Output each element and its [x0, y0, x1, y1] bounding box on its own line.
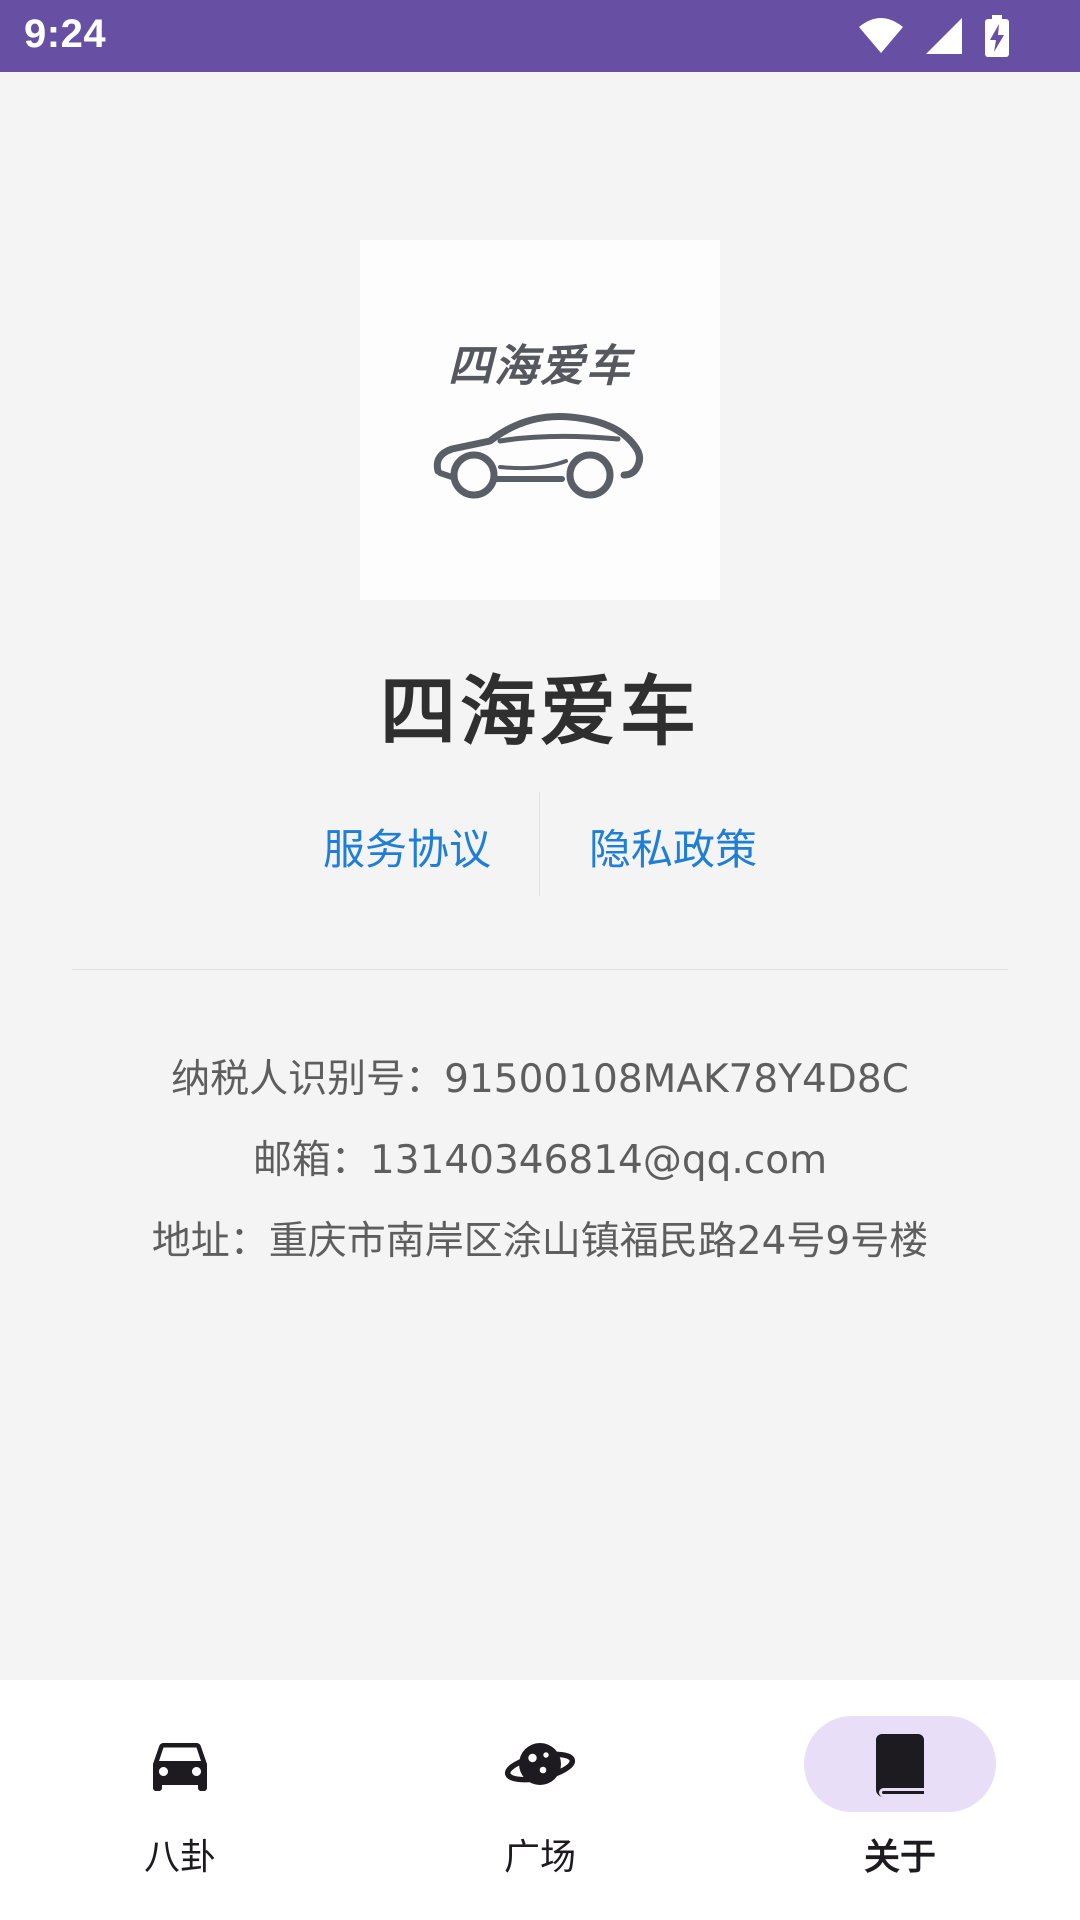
legal-links: 服务协议 隐私政策: [0, 792, 1080, 896]
status-icons: [858, 12, 1010, 60]
battery-charging-icon: [984, 15, 1010, 57]
wifi-icon: [858, 17, 904, 55]
book-icon: [876, 1734, 924, 1797]
address-text: 地址：重庆市南岸区涂山镇福民路24号9号楼: [151, 1219, 929, 1264]
nav-label-about: 关于: [863, 1837, 936, 1878]
nav-label-plaza: 广场: [503, 1837, 576, 1878]
cell-signal-icon: [924, 16, 964, 56]
privacy-policy-link[interactable]: 隐私政策: [589, 816, 757, 877]
app-name: 四海爱车: [380, 667, 700, 756]
logo-text: 四海爱车: [448, 341, 632, 392]
car-logo-icon: [433, 413, 643, 499]
nav-item-gossip[interactable]: 八卦: [0, 1680, 360, 1920]
app-logo: 四海爱车: [360, 240, 720, 600]
tax-id-text: 纳税人识别号：91500108MAK78Y4D8C: [171, 1057, 909, 1102]
email-text: 邮箱：13140346814@qq.com: [252, 1138, 828, 1183]
nav-item-plaza[interactable]: 广场: [360, 1680, 720, 1920]
link-divider: [539, 792, 540, 896]
status-time: 9:24: [24, 12, 107, 56]
bottom-navigation: 八卦 广场 关于: [0, 1680, 1080, 1920]
nav-label-gossip: 八卦: [143, 1837, 216, 1878]
section-divider: [72, 969, 1008, 970]
status-bar: 9:24: [0, 0, 1080, 72]
planet-icon: [504, 1743, 576, 1785]
nav-item-about[interactable]: 关于: [720, 1680, 1080, 1920]
service-agreement-link[interactable]: 服务协议: [323, 816, 491, 877]
about-page: 四海爱车 四海爱车 服务协议 隐私政策 纳税人识别号：91500108MAK78…: [0, 72, 1080, 1680]
car-icon: [153, 1743, 207, 1791]
